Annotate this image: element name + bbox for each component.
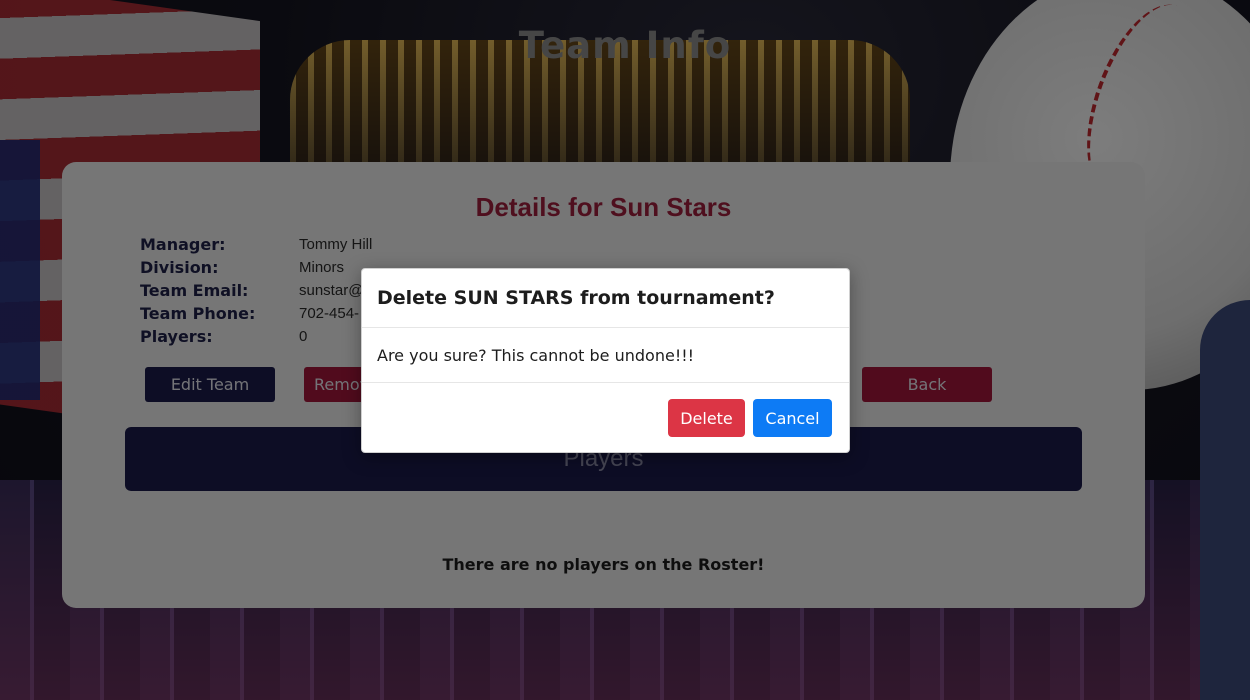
dialog-footer: Delete Cancel bbox=[362, 383, 849, 451]
dialog-message: Are you sure? This cannot be undone!!! bbox=[377, 345, 695, 365]
dialog-title: Delete SUN STARS from tournament? bbox=[377, 287, 775, 309]
dialog-header: Delete SUN STARS from tournament? bbox=[362, 269, 849, 328]
delete-confirm-dialog: Delete SUN STARS from tournament? Are yo… bbox=[361, 268, 850, 453]
cancel-button[interactable]: Cancel bbox=[753, 399, 832, 437]
dialog-body: Are you sure? This cannot be undone!!! bbox=[362, 328, 849, 383]
confirm-delete-button[interactable]: Delete bbox=[668, 399, 745, 437]
